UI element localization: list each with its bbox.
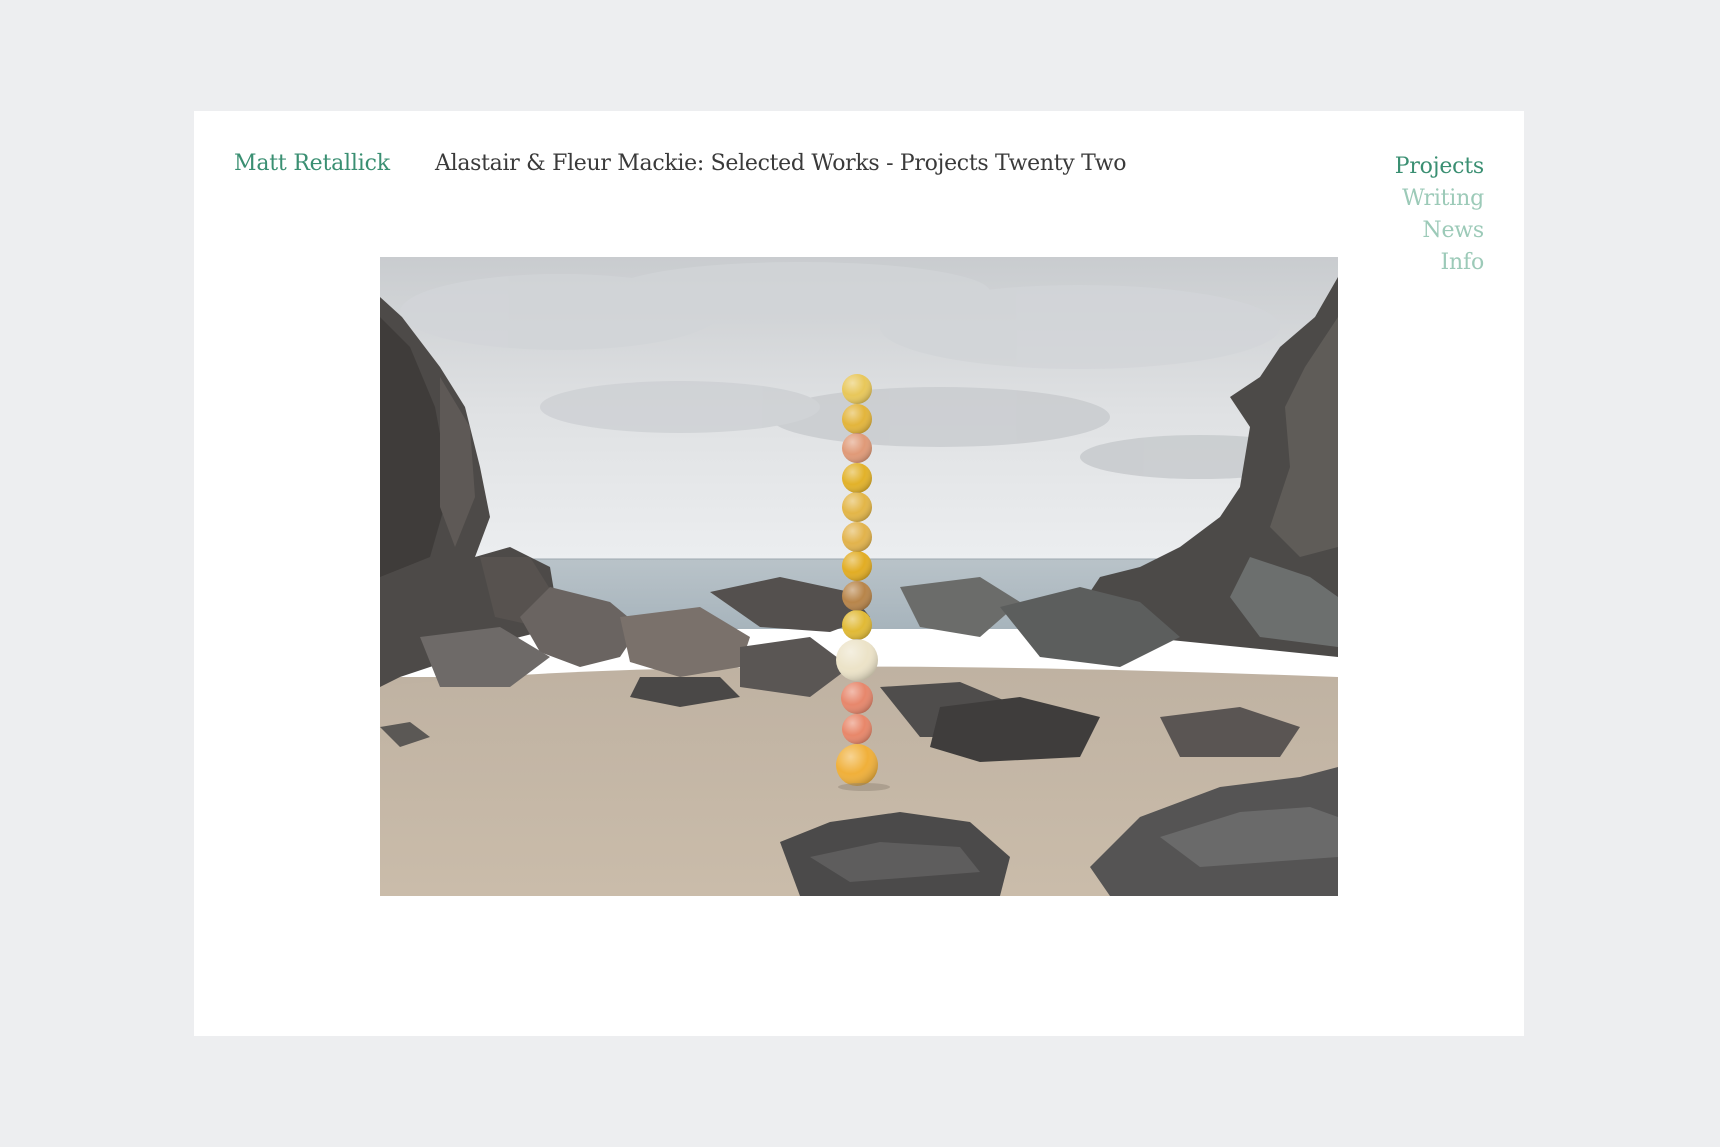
project-title: Alastair & Fleur Mackie: Selected Works … [435, 151, 1127, 176]
nav-news[interactable]: News [1395, 215, 1484, 247]
page-card: Matt Retallick Alastair & Fleur Mackie: … [194, 111, 1524, 1036]
main-nav: Projects Writing News Info [1395, 151, 1484, 279]
nav-info[interactable]: Info [1395, 247, 1485, 279]
nav-projects[interactable]: Projects [1395, 151, 1484, 183]
beach-photo [380, 257, 1338, 896]
site-name-link[interactable]: Matt Retallick [234, 151, 390, 176]
project-hero-image[interactable] [380, 257, 1338, 896]
nav-writing[interactable]: Writing [1395, 183, 1484, 215]
